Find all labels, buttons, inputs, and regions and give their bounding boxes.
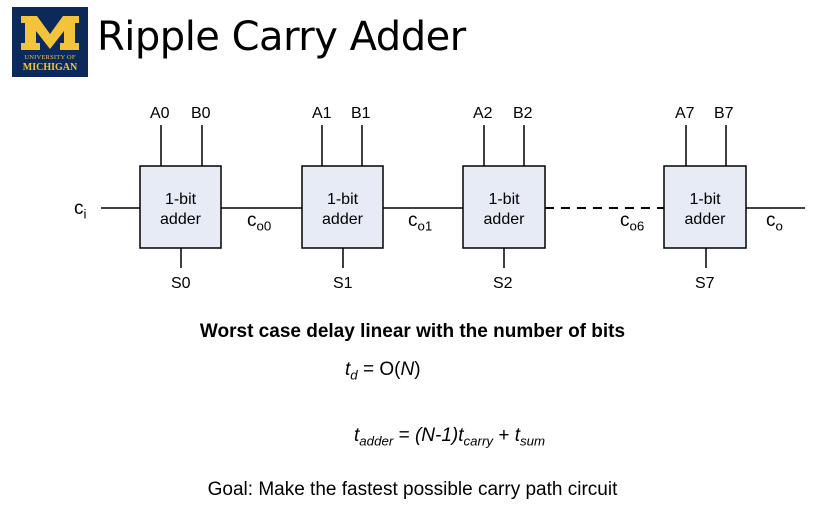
adder-label-1: 1-bit adder <box>322 191 363 228</box>
adder-label-2: 1-bit adder <box>483 191 525 228</box>
input-a7: A7 <box>675 105 695 122</box>
input-a0: A0 <box>150 105 170 122</box>
sum-s7: S7 <box>695 275 715 292</box>
carry-co1-label: co1 <box>408 210 433 234</box>
adder-label-7: 1-bit adder <box>684 191 726 228</box>
goal-text: Goal: Make the fastest possible carry pa… <box>207 479 618 500</box>
input-b7: B7 <box>714 105 734 122</box>
sum-s2: S2 <box>493 275 513 292</box>
sum-s1: S1 <box>333 275 353 292</box>
input-b1: B1 <box>351 105 371 122</box>
input-b2: B2 <box>513 105 533 122</box>
adder-delay-equation: tadder = (N-1)tcarry + tsum <box>354 425 546 449</box>
delay-equation: td = O(N) <box>345 359 421 383</box>
carry-in-label: ci <box>74 198 87 222</box>
sum-s0: S0 <box>171 275 191 292</box>
adder-label-0: 1-bit adder <box>160 191 201 228</box>
carry-out-label: co <box>766 210 783 234</box>
input-b0: B0 <box>191 105 211 122</box>
input-a1: A1 <box>312 105 332 122</box>
delay-caption: Worst case delay linear with the number … <box>199 321 626 342</box>
input-a2: A2 <box>473 105 493 122</box>
carry-co6-label: co6 <box>620 210 645 234</box>
carry-co0-label: co0 <box>247 210 272 234</box>
